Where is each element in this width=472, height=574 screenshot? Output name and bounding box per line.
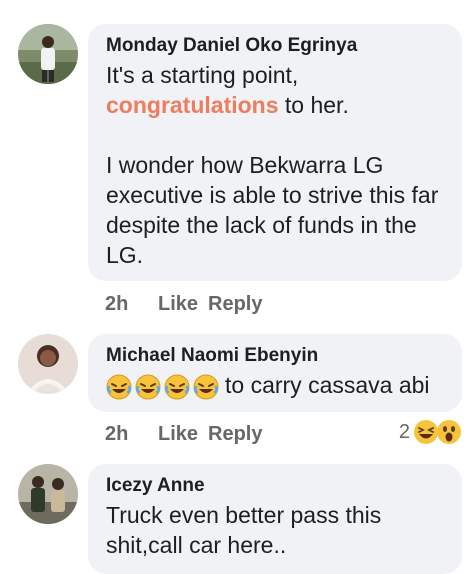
comment-text-part: to her.: [278, 92, 349, 118]
reaction-count: 2: [398, 420, 410, 443]
comment-bubble: Monday Daniel Oko Egrinya It's a startin…: [88, 24, 462, 281]
highlighted-word-link[interactable]: congratulations: [106, 92, 279, 118]
avatar[interactable]: [18, 334, 78, 394]
comment-timestamp[interactable]: 2h: [105, 292, 158, 316]
emoji-group: [106, 374, 219, 400]
comment-actions: 2h Like Reply: [105, 292, 262, 316]
comment-text: Truck even better pass this shit,call ca…: [106, 502, 382, 558]
like-button[interactable]: Like: [158, 422, 208, 446]
comment-text-part: to carry cassava abi: [225, 372, 430, 398]
comment-text: to carry cassava abi: [106, 370, 444, 400]
reply-button[interactable]: Reply: [208, 422, 262, 446]
reply-button[interactable]: Reply: [208, 292, 262, 316]
rolling-laughing-icon: [106, 374, 132, 400]
comment-author[interactable]: Icezy Anne: [106, 474, 444, 498]
comment-paragraph: I wonder how Bekwarra LG executive is ab…: [106, 152, 439, 268]
comment-timestamp[interactable]: 2h: [105, 422, 158, 446]
like-button[interactable]: Like: [158, 292, 208, 316]
comment-actions: 2h Like Reply: [105, 422, 262, 446]
rolling-laughing-icon: [193, 374, 219, 400]
avatar[interactable]: [18, 24, 78, 84]
avatar[interactable]: [18, 464, 78, 524]
rolling-laughing-icon: [164, 374, 190, 400]
comment-bubble: Icezy Anne Truck even better pass this s…: [88, 464, 462, 574]
comment-text: It's a starting point, congratulations to…: [106, 60, 444, 270]
wow-reaction-icon: [436, 419, 462, 445]
rolling-laughing-icon: [135, 374, 161, 400]
reactions-summary[interactable]: 2: [399, 419, 462, 445]
comment-author[interactable]: Monday Daniel Oko Egrinya: [106, 34, 444, 58]
comment-author[interactable]: Michael Naomi Ebenyin: [106, 344, 444, 368]
comment-bubble: Michael Naomi Ebenyin to carry cassava a…: [88, 334, 462, 412]
comment-text-part: It's a starting point,: [106, 62, 299, 88]
